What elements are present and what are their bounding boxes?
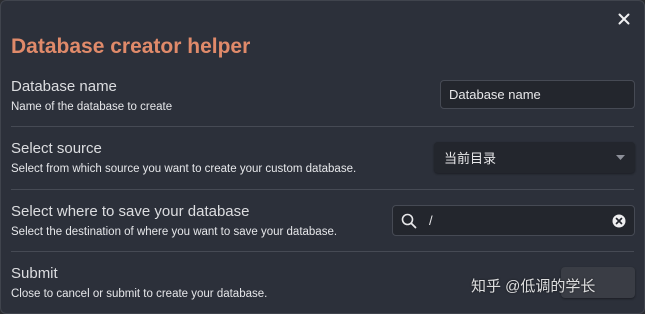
dialog-title: Database creator helper [11, 35, 251, 58]
clear-icon [612, 214, 626, 227]
caret-down-icon [616, 154, 625, 160]
divider [11, 126, 634, 127]
submit-row: Submit Close to cancel or submit to crea… [11, 265, 634, 314]
select-source-description: Select from which source you want to cre… [11, 163, 357, 175]
save-location-label: Select where to save your database [11, 203, 250, 220]
save-path-value: / [429, 213, 433, 228]
submit-description: Close to cancel or submit to create your… [11, 288, 268, 300]
divider [11, 251, 634, 252]
save-location-description: Select the destination of where you want… [11, 226, 338, 238]
clear-button[interactable] [612, 214, 626, 228]
database-name-description: Name of the database to create [11, 101, 173, 113]
database-name-label: Database name [11, 78, 117, 95]
submit-label: Submit [11, 265, 58, 282]
divider [11, 189, 634, 190]
database-creator-dialog: Database creator helper Database name Na… [0, 0, 645, 314]
save-path-field[interactable]: / [392, 205, 635, 236]
source-select-value: 当前目录 [444, 151, 497, 166]
database-name-input[interactable] [440, 80, 635, 109]
close-icon [618, 13, 630, 25]
source-select[interactable]: 当前目录 [434, 142, 635, 173]
submit-button[interactable] [561, 267, 635, 298]
close-button[interactable] [614, 9, 634, 29]
search-icon [401, 213, 417, 228]
select-source-label: Select source [11, 140, 102, 157]
